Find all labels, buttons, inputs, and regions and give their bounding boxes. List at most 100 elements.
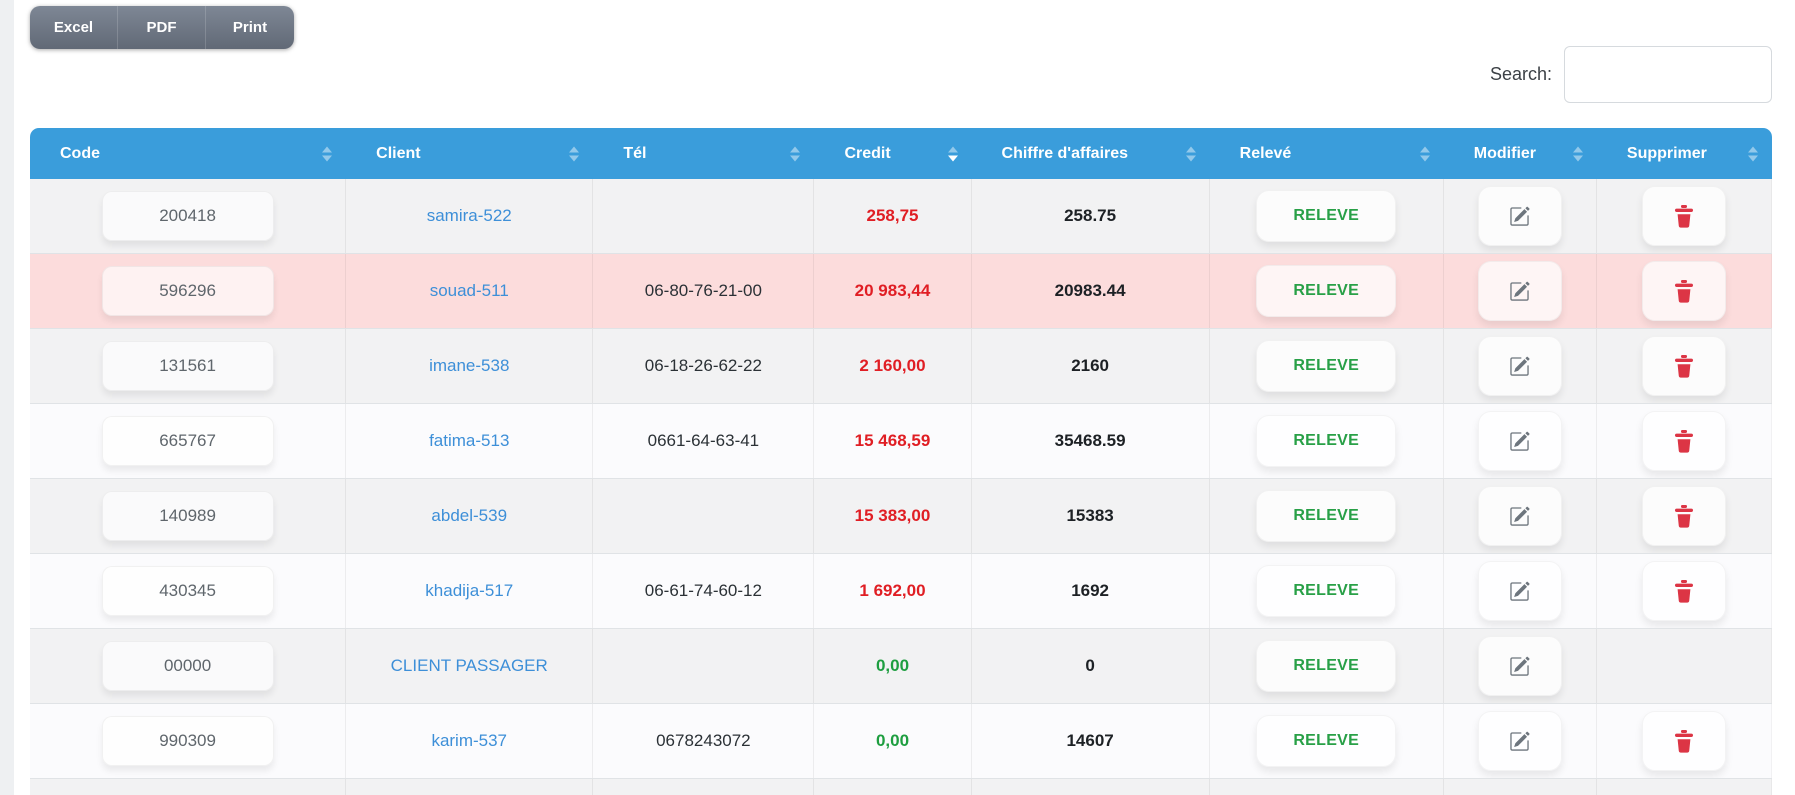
- column-header-client[interactable]: Client: [346, 128, 593, 179]
- chiffre-affaires-value: 20983.44: [1054, 281, 1126, 300]
- client-name-link[interactable]: CLIENT PASSAGER: [391, 656, 548, 676]
- pdf-button[interactable]: PDF: [118, 6, 206, 49]
- client-phone: 06-18-26-62-22: [644, 356, 762, 375]
- trash-icon: [1674, 204, 1694, 228]
- search-bar: Search:: [1490, 46, 1772, 103]
- edit-button[interactable]: [1477, 561, 1562, 621]
- column-header-credit[interactable]: Credit: [814, 128, 971, 179]
- clients-table: Code Client Tél Credit Chiffre d'affaire…: [30, 128, 1772, 795]
- table-row: 665767 fatima-513 0661-64-63-41 15 468,5…: [30, 404, 1772, 479]
- client-code-pill: 131561: [101, 341, 274, 391]
- chiffre-affaires-value: 35468.59: [1054, 431, 1126, 450]
- edit-button[interactable]: [1477, 336, 1562, 396]
- credit-value: 15 468,59: [854, 431, 931, 450]
- edit-button[interactable]: [1477, 636, 1562, 696]
- releve-button[interactable]: RELEVE: [1256, 565, 1397, 617]
- delete-button[interactable]: [1641, 561, 1726, 621]
- column-header-chiffre-d-affaires[interactable]: Chiffre d'affaires: [972, 128, 1210, 179]
- trash-icon: [1674, 429, 1694, 453]
- table-row: 140989 abdel-539 15 383,00 15383 RELEVE: [30, 479, 1772, 554]
- delete-button[interactable]: [1641, 261, 1726, 321]
- chiffre-affaires-value: 0: [1085, 656, 1095, 675]
- releve-button[interactable]: RELEVE: [1256, 190, 1397, 242]
- client-name-link[interactable]: abdel-539: [431, 506, 507, 526]
- releve-button[interactable]: RELEVE: [1256, 340, 1397, 392]
- pencil-square-icon: [1509, 431, 1530, 452]
- trash-icon: [1674, 504, 1694, 528]
- chiffre-affaires-value: 2160: [1071, 356, 1110, 375]
- releve-button[interactable]: RELEVE: [1256, 415, 1397, 467]
- delete-button[interactable]: [1641, 711, 1726, 771]
- column-header-t-l[interactable]: Tél: [593, 128, 814, 179]
- client-code-pill: 00000: [101, 641, 274, 691]
- client-name-link[interactable]: imane-538: [429, 356, 509, 376]
- edit-button[interactable]: [1477, 186, 1562, 246]
- table-row: 131561 imane-538 06-18-26-62-22 2 160,00…: [30, 329, 1772, 404]
- chiffre-affaires-value: 15383: [1066, 506, 1114, 525]
- sort-arrows-icon: [1747, 146, 1758, 161]
- delete-button[interactable]: [1641, 186, 1726, 246]
- page-left-gutter: [0, 0, 14, 795]
- table-row: 200418 samira-522 258,75 258.75 RELEVE: [30, 179, 1772, 254]
- client-code-pill: 596296: [101, 266, 274, 316]
- edit-button[interactable]: [1477, 261, 1562, 321]
- delete-button[interactable]: [1641, 336, 1726, 396]
- edit-button[interactable]: [1477, 486, 1562, 546]
- column-header-label: Client: [376, 144, 421, 162]
- client-phone: 0661-64-63-41: [647, 431, 760, 450]
- table-row: 990309 karim-537 0678243072 0,00 14607 R…: [30, 704, 1772, 779]
- credit-value: 1 692,00: [859, 581, 926, 600]
- table-row-partial: [30, 779, 1772, 795]
- search-input[interactable]: [1564, 46, 1772, 103]
- client-name-link[interactable]: khadija-517: [425, 581, 513, 601]
- client-name-link[interactable]: karim-537: [431, 731, 507, 751]
- client-phone: 0678243072: [656, 731, 751, 750]
- print-button[interactable]: Print: [206, 6, 294, 49]
- table-row: 00000 CLIENT PASSAGER 0,00 0 RELEVE: [30, 629, 1772, 704]
- pencil-square-icon: [1509, 581, 1530, 602]
- client-name-link[interactable]: souad-511: [430, 281, 509, 301]
- edit-button[interactable]: [1477, 411, 1562, 471]
- column-header-relev-[interactable]: Relevé: [1210, 128, 1444, 179]
- pencil-square-icon: [1509, 656, 1530, 677]
- trash-icon: [1674, 729, 1694, 753]
- credit-value: 2 160,00: [859, 356, 926, 375]
- client-code-pill: 665767: [101, 416, 274, 466]
- column-header-modifier[interactable]: Modifier: [1444, 128, 1597, 179]
- sort-arrows-icon: [947, 146, 958, 161]
- column-header-code[interactable]: Code: [30, 128, 346, 179]
- column-header-label: Tél: [623, 144, 647, 162]
- credit-value: 0,00: [875, 731, 910, 750]
- table-body: 200418 samira-522 258,75 258.75 RELEVE 5…: [30, 179, 1772, 779]
- client-code-pill: 200418: [101, 191, 274, 241]
- credit-value: 0,00: [875, 656, 910, 675]
- sort-arrows-icon: [1419, 146, 1430, 161]
- column-header-supprimer[interactable]: Supprimer: [1597, 128, 1772, 179]
- pencil-square-icon: [1509, 731, 1530, 752]
- releve-button[interactable]: RELEVE: [1256, 265, 1397, 317]
- pencil-square-icon: [1509, 281, 1530, 302]
- releve-button[interactable]: RELEVE: [1256, 640, 1397, 692]
- delete-button[interactable]: [1641, 486, 1726, 546]
- column-header-label: Credit: [844, 144, 891, 162]
- releve-button[interactable]: RELEVE: [1256, 715, 1397, 767]
- sort-arrows-icon: [790, 146, 801, 161]
- excel-button[interactable]: Excel: [30, 6, 118, 49]
- column-header-label: Supprimer: [1626, 144, 1707, 162]
- releve-button[interactable]: RELEVE: [1256, 490, 1397, 542]
- column-header-label: Modifier: [1473, 144, 1537, 162]
- client-name-link[interactable]: fatima-513: [429, 431, 509, 451]
- search-label: Search:: [1489, 64, 1552, 84]
- credit-value: 20 983,44: [854, 281, 931, 300]
- delete-button[interactable]: [1641, 411, 1726, 471]
- client-name-link[interactable]: samira-522: [427, 206, 512, 226]
- client-code-pill: 140989: [101, 491, 274, 541]
- trash-icon: [1674, 279, 1694, 303]
- edit-button[interactable]: [1477, 711, 1562, 771]
- pencil-square-icon: [1509, 206, 1530, 227]
- credit-value: 15 383,00: [854, 506, 931, 525]
- sort-arrows-icon: [322, 146, 333, 161]
- table-header-row: Code Client Tél Credit Chiffre d'affaire…: [30, 128, 1772, 179]
- chiffre-affaires-value: 1692: [1071, 581, 1110, 600]
- column-header-label: Relevé: [1239, 144, 1292, 162]
